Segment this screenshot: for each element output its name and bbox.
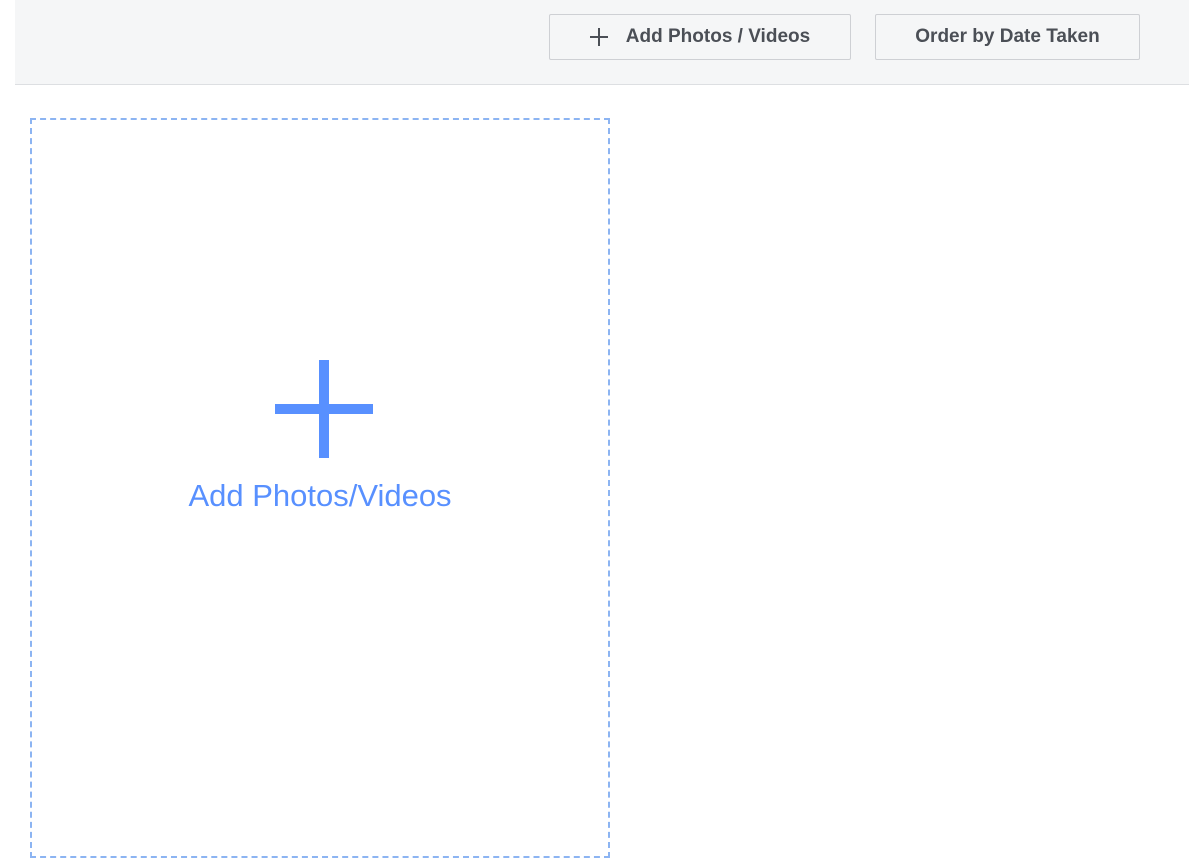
dropzone-label: Add Photos/Videos <box>188 478 452 513</box>
toolbar: Add Photos / Videos Order by Date Taken <box>15 0 1189 85</box>
add-photos-videos-button-label: Add Photos / Videos <box>625 26 811 47</box>
add-photos-videos-dropzone[interactable]: Add Photos/Videos <box>30 118 610 858</box>
order-by-date-taken-button-label: Order by Date Taken <box>915 26 1100 47</box>
add-photos-videos-button[interactable]: Add Photos / Videos <box>549 14 851 60</box>
plus-icon <box>589 28 608 46</box>
plus-icon <box>275 360 373 458</box>
order-by-date-taken-button[interactable]: Order by Date Taken <box>875 14 1140 60</box>
